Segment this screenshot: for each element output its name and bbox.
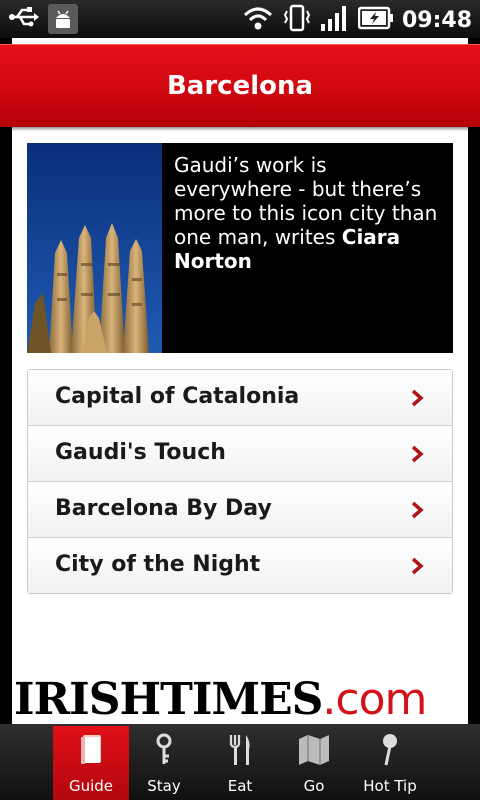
tab-label: Guide xyxy=(68,777,114,795)
bottom-tab-bar: Guide Stay Eat Go Hot Tip xyxy=(0,724,480,800)
tab-go[interactable]: Go xyxy=(276,726,352,800)
status-bar: 09:48 xyxy=(0,0,480,38)
pin-icon xyxy=(383,734,397,766)
book-icon xyxy=(81,735,101,764)
chevron-right-icon xyxy=(411,445,424,463)
feature-banner[interactable]: Gaudi’s work is everywhere - but there’s… xyxy=(27,143,453,353)
chevron-right-icon xyxy=(411,557,424,575)
menu-item-label: Gaudi's Touch xyxy=(55,440,226,465)
clock: 09:48 xyxy=(401,7,472,33)
tab-eat[interactable]: Eat xyxy=(202,726,278,800)
menu-item-gaudis-touch[interactable]: Gaudi's Touch xyxy=(28,426,452,482)
map-icon xyxy=(299,735,329,765)
tab-label: Eat xyxy=(227,777,253,795)
page-title: Barcelona xyxy=(166,71,314,101)
menu-item-city-of-the-night[interactable]: City of the Night xyxy=(28,538,452,593)
usb-icon xyxy=(8,4,40,34)
vibrate-icon xyxy=(282,3,312,37)
tab-label: Hot Tip xyxy=(363,777,417,795)
menu-item-label: City of the Night xyxy=(55,552,261,577)
irishtimes-logo[interactable]: IRISHTIMES.com xyxy=(14,676,466,724)
tab-label: Go xyxy=(303,777,325,795)
battery-charging-icon xyxy=(357,5,394,35)
sagrada-familia-image xyxy=(27,143,162,353)
section-menu: Capital of Catalonia Gaudi's Touch Barce… xyxy=(27,369,453,594)
menu-item-label: Barcelona By Day xyxy=(55,496,272,521)
menu-item-barcelona-by-day[interactable]: Barcelona By Day xyxy=(28,482,452,538)
android-debug-icon xyxy=(48,4,78,34)
menu-item-capital-of-catalonia[interactable]: Capital of Catalonia xyxy=(28,370,452,426)
menu-item-label: Capital of Catalonia xyxy=(55,384,300,409)
chevron-right-icon xyxy=(411,501,424,519)
key-icon xyxy=(156,733,172,764)
fork-knife-icon xyxy=(229,735,250,765)
title-bar: Barcelona xyxy=(0,44,480,127)
signal-icon xyxy=(320,4,350,36)
tab-guide[interactable]: Guide xyxy=(53,726,129,800)
chevron-right-icon xyxy=(411,389,424,407)
tab-hot-tip[interactable]: Hot Tip xyxy=(352,726,428,800)
feature-description: Gaudi’s work is everywhere - but there’s… xyxy=(174,153,438,273)
tab-label: Stay xyxy=(147,777,181,795)
tab-stay[interactable]: Stay xyxy=(126,726,202,800)
wifi-icon xyxy=(242,4,274,36)
